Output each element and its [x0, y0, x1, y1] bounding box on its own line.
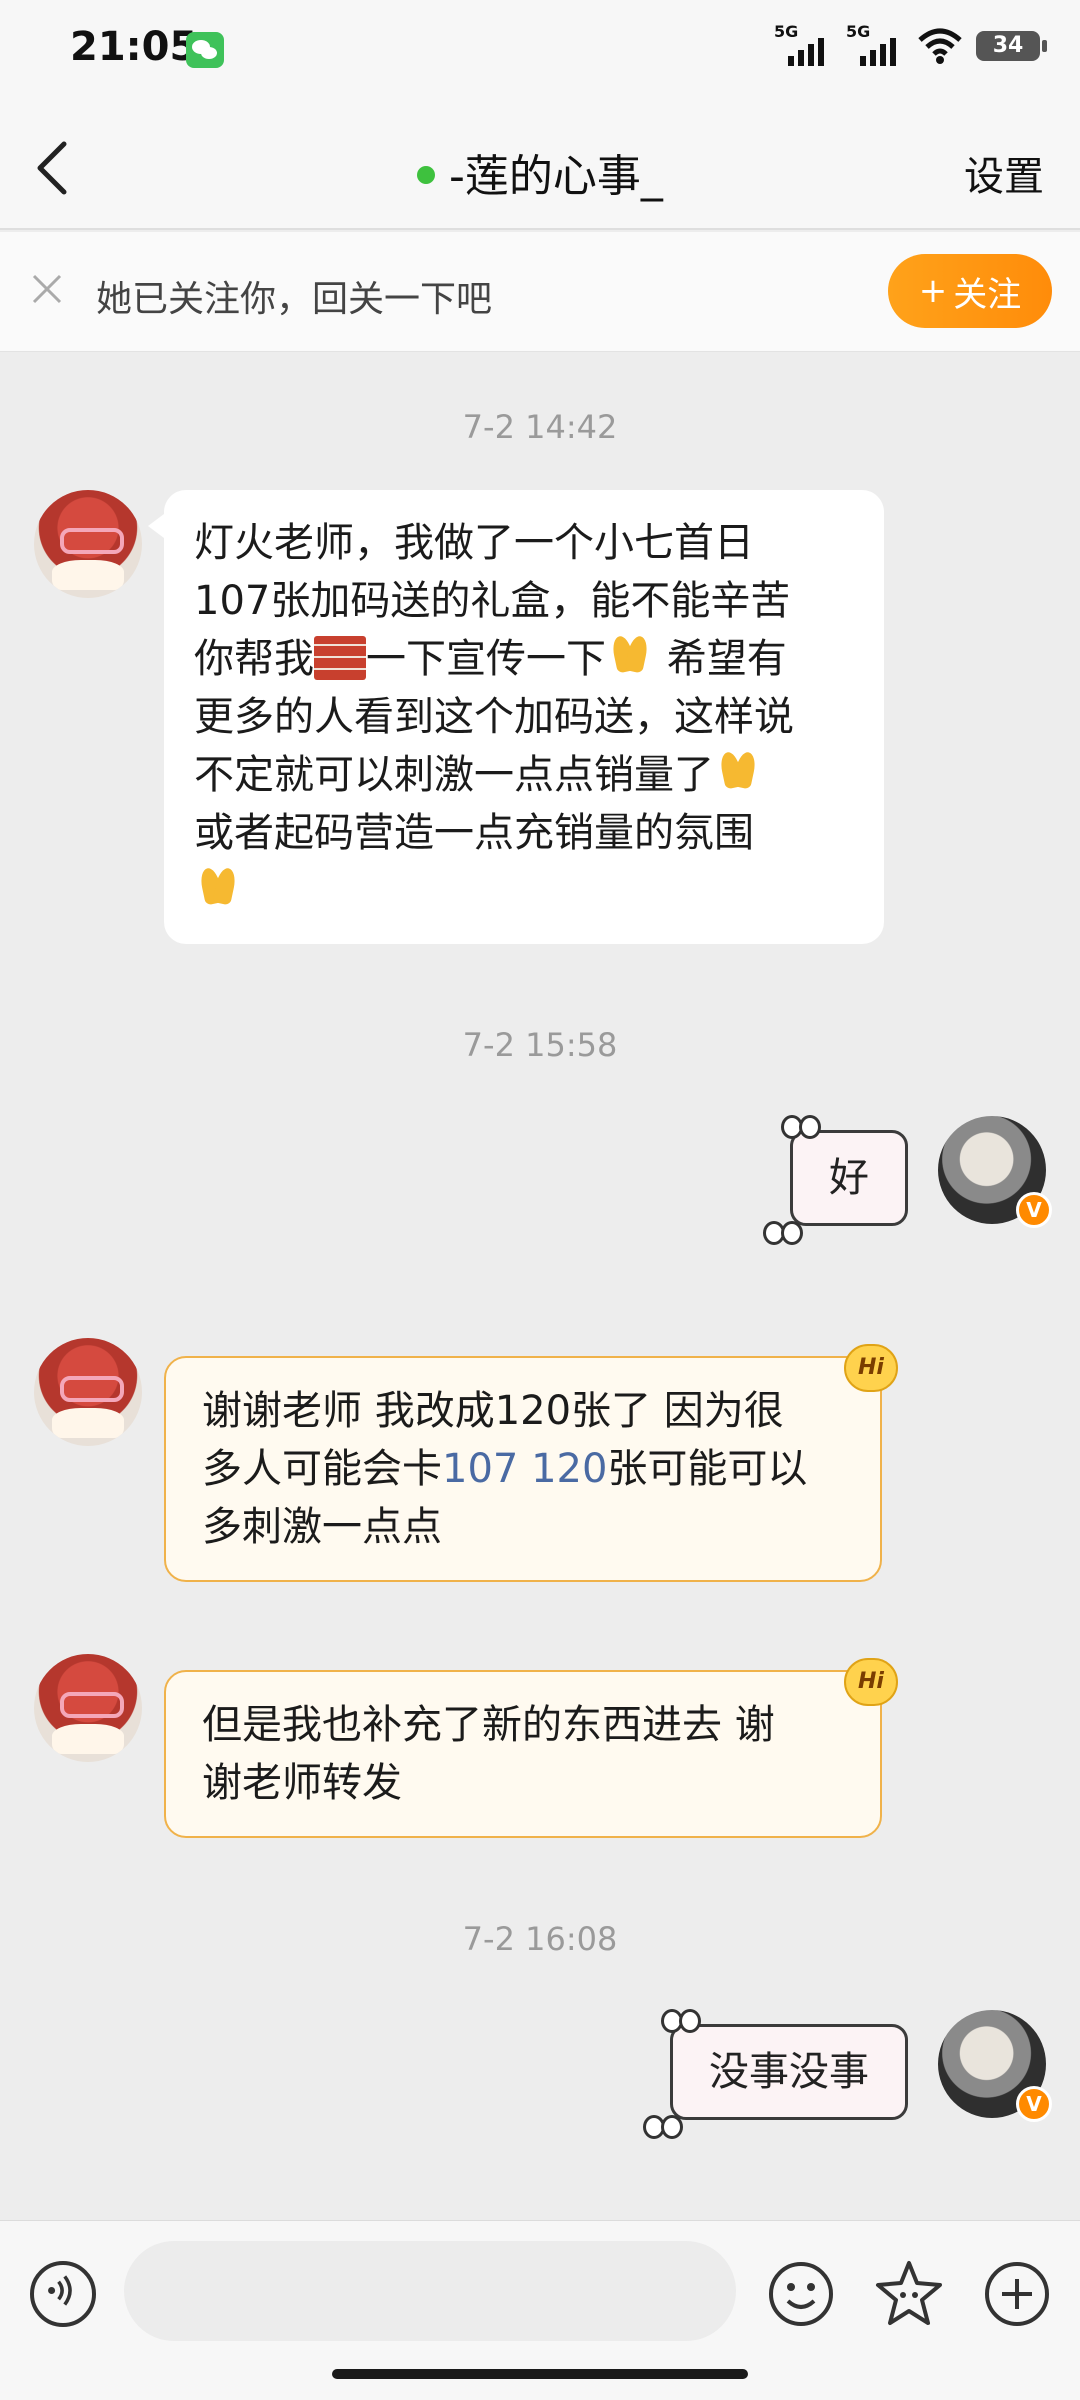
my-avatar[interactable]: V	[938, 1116, 1052, 1228]
message-line: 但是我也补充了新的东西进去 谢	[202, 1702, 775, 1748]
status-bar: 21:05 5G 5G 34	[0, 0, 1080, 100]
bow-decoration-icon	[661, 2007, 701, 2033]
follow-button[interactable]: + 关注	[888, 254, 1052, 328]
pray-emoji-icon	[606, 632, 654, 680]
battery-icon: 34	[976, 31, 1047, 61]
status-time: 21:05	[70, 24, 198, 70]
signal-icon: 5G	[846, 22, 904, 70]
message-input-bar	[0, 2220, 1080, 2400]
follow-prompt-text: 她已关注你，回关一下吧	[96, 279, 493, 320]
message-line: 多刺激一点点	[202, 1504, 442, 1550]
message-line	[194, 862, 854, 920]
message-text: 希望有	[654, 636, 787, 682]
message-link[interactable]: 107 120	[442, 1446, 607, 1492]
message-bubble-outgoing[interactable]: 没事没事	[643, 2009, 908, 2139]
message-line: 你帮我 一下宣传一下 希望有	[194, 630, 854, 688]
bow-decoration-icon	[643, 2113, 683, 2139]
message-timestamp: 7-2 14:42	[462, 408, 618, 446]
signal-icon: 5G	[774, 22, 832, 70]
bow-decoration-icon	[763, 1219, 803, 1245]
brick-emoji-icon	[314, 636, 366, 680]
wifi-icon	[918, 26, 962, 66]
contact-avatar[interactable]	[34, 1654, 142, 1762]
message-text: 一下宣传一下	[366, 636, 606, 682]
verified-badge-icon: V	[1016, 1192, 1052, 1228]
message-bubble-incoming[interactable]: 灯火老师，我做了一个小七首日 107张加码送的礼盒，能不能辛苦 你帮我 一下宣传一…	[148, 490, 884, 944]
contact-avatar[interactable]	[34, 1338, 142, 1446]
message-timestamp: 7-2 15:58	[462, 1026, 618, 1064]
hi-sticker-icon: Hi	[844, 1658, 898, 1706]
message-line: 不定就可以刺激一点点销量了	[194, 746, 854, 804]
status-icons: 5G 5G 34	[774, 22, 1047, 70]
add-icon[interactable]	[982, 2259, 1052, 2329]
plus-icon: +	[918, 271, 948, 311]
pray-emoji-icon	[194, 864, 242, 912]
voice-input-button[interactable]	[30, 2261, 96, 2327]
follow-button-label: 关注	[953, 274, 1022, 315]
message-text: 多人可能会卡	[202, 1446, 442, 1492]
chat-title[interactable]: -莲的心事_	[0, 140, 1080, 204]
voice-icon	[48, 2275, 72, 2306]
settings-button[interactable]: 设置	[964, 144, 1044, 202]
message-line: 多人可能会卡107 120张可能可以	[202, 1440, 844, 1498]
message-line: 更多的人看到这个加码送，这样说	[194, 694, 794, 740]
message-text: 没事没事	[709, 2049, 869, 2095]
message-text: 你帮我	[194, 636, 314, 682]
pray-emoji-icon	[714, 748, 762, 796]
bow-decoration-icon	[781, 1113, 821, 1139]
message-bubble-outgoing[interactable]: 好	[763, 1115, 908, 1245]
chat-header: -莲的心事_ 设置	[0, 100, 1080, 230]
contact-avatar[interactable]	[34, 490, 142, 598]
message-line: 或者起码营造一点充销量的氛围	[194, 810, 754, 856]
message-text: 不定就可以刺激一点点销量了	[194, 752, 714, 798]
hi-sticker-icon: Hi	[844, 1344, 898, 1392]
message-bubble-incoming[interactable]: 但是我也补充了新的东西进去 谢 谢老师转发 Hi	[164, 1658, 898, 1838]
close-icon[interactable]	[30, 272, 64, 306]
message-bubble-incoming[interactable]: 谢谢老师 我改成120张了 因为很 多人可能会卡107 120张可能可以 多刺激…	[164, 1344, 898, 1582]
message-line: 107张加码送的礼盒，能不能辛苦	[194, 578, 791, 624]
follow-back-prompt: 她已关注你，回关一下吧 + 关注	[0, 232, 1080, 352]
sticker-icon[interactable]	[874, 2259, 944, 2329]
message-timestamp: 7-2 16:08	[462, 1920, 618, 1958]
emoji-icon[interactable]	[766, 2259, 836, 2329]
verified-badge-icon: V	[1016, 2086, 1052, 2122]
message-line: 谢老师转发	[202, 1760, 402, 1806]
wechat-notification-icon	[186, 32, 224, 68]
message-line: 谢谢老师 我改成120张了 因为很	[202, 1388, 784, 1434]
message-text: 张可能可以	[607, 1446, 808, 1492]
contact-name: -莲的心事_	[449, 151, 663, 202]
home-indicator	[332, 2369, 748, 2379]
message-input[interactable]	[124, 2241, 736, 2341]
message-line: 灯火老师，我做了一个小七首日	[194, 520, 754, 566]
my-avatar[interactable]: V	[938, 2010, 1052, 2122]
online-status-dot	[417, 166, 436, 184]
message-text: 好	[829, 1155, 869, 1201]
